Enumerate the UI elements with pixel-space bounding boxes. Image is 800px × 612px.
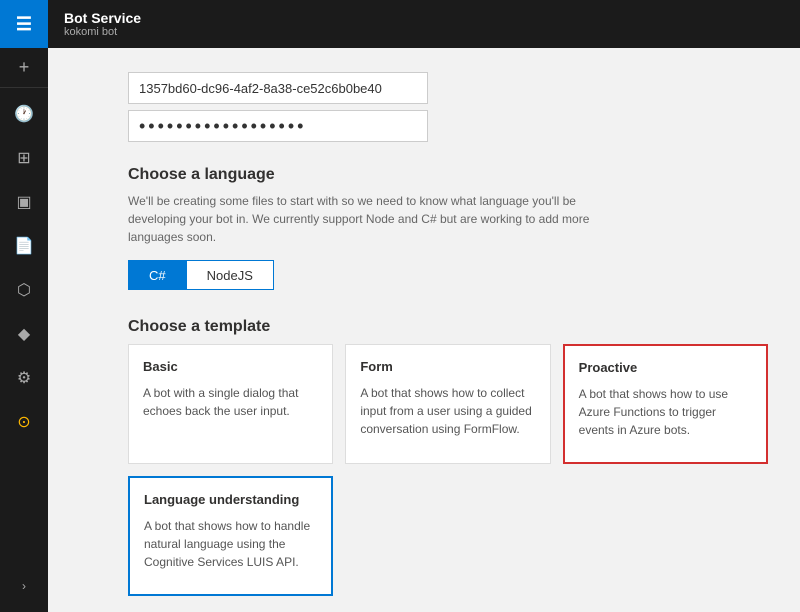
main-content: Choose a language We'll be creating some… — [96, 48, 800, 612]
template-proactive-desc: A bot that shows how to use Azure Functi… — [579, 385, 752, 439]
sidebar: ☰ + 🕐 ⊞ ▣ 📄 ⬡ ◆ ⚙ ⊙ › — [0, 0, 48, 612]
sidebar-expand-button[interactable]: › — [0, 568, 48, 604]
grid-icon: ⊞ — [17, 148, 30, 168]
template-section-title: Choose a template — [128, 318, 768, 336]
template-basic-desc: A bot with a single dialog that echoes b… — [143, 384, 318, 420]
clock-icon: 🕐 — [14, 104, 34, 124]
template-luis-title: Language understanding — [144, 492, 317, 507]
template-card-proactive[interactable]: Proactive A bot that shows how to use Az… — [563, 344, 768, 464]
template-basic-title: Basic — [143, 359, 318, 374]
template-card-luis[interactable]: Language understanding A bot that shows … — [128, 476, 333, 596]
template-row-1: Basic A bot with a single dialog that ec… — [128, 344, 768, 464]
app-id-input[interactable] — [128, 72, 428, 104]
monitor-icon: ▣ — [16, 192, 31, 212]
sidebar-item-clock[interactable]: 🕐 — [0, 92, 48, 136]
password-input[interactable] — [128, 110, 428, 142]
template-form-desc: A bot that shows how to collect input fr… — [360, 384, 535, 438]
sidebar-item-circle[interactable]: ⊙ — [0, 400, 48, 444]
topbar-subtitle: kokomi bot — [64, 26, 141, 38]
template-card-basic[interactable]: Basic A bot with a single dialog that ec… — [128, 344, 333, 464]
language-section: Choose a language We'll be creating some… — [128, 166, 768, 290]
topbar-text: Bot Service kokomi bot — [64, 10, 141, 39]
sidebar-add-button[interactable]: + — [0, 48, 48, 88]
diamond-icon: ◆ — [18, 324, 30, 344]
plus-icon: + — [19, 57, 30, 78]
sidebar-nav: 🕐 ⊞ ▣ 📄 ⬡ ◆ ⚙ ⊙ — [0, 88, 48, 568]
sidebar-item-grid[interactable]: ⊞ — [0, 136, 48, 180]
template-luis-desc: A bot that shows how to handle natural l… — [144, 517, 317, 571]
csharp-button[interactable]: C# — [128, 260, 186, 290]
topbar: Bot Service kokomi bot — [48, 0, 800, 48]
template-card-form[interactable]: Form A bot that shows how to collect inp… — [345, 344, 550, 464]
doc-icon: 📄 — [14, 236, 34, 256]
template-section: Choose a template Basic A bot with a sin… — [128, 318, 768, 596]
sidebar-item-gear[interactable]: ⚙ — [0, 356, 48, 400]
topbar-title: Bot Service — [64, 10, 141, 27]
sidebar-item-monitor[interactable]: ▣ — [0, 180, 48, 224]
chevron-right-icon: › — [22, 579, 26, 593]
sidebar-item-diamond[interactable]: ◆ — [0, 312, 48, 356]
sidebar-item-blocks[interactable]: ⬡ — [0, 268, 48, 312]
template-form-title: Form — [360, 359, 535, 374]
nodejs-button[interactable]: NodeJS — [186, 260, 274, 290]
language-section-title: Choose a language — [128, 166, 768, 184]
template-proactive-title: Proactive — [579, 360, 752, 375]
blocks-icon: ⬡ — [17, 280, 31, 300]
sidebar-logo[interactable]: ☰ — [0, 0, 48, 48]
circle-icon: ⊙ — [17, 412, 30, 432]
credentials-section — [128, 72, 768, 142]
language-section-desc: We'll be creating some files to start wi… — [128, 192, 628, 246]
sidebar-bottom: › — [0, 568, 48, 612]
sidebar-item-doc[interactable]: 📄 — [0, 224, 48, 268]
template-row-2: Language understanding A bot that shows … — [128, 476, 768, 596]
hamburger-icon: ☰ — [16, 14, 32, 35]
gear-icon: ⚙ — [17, 368, 31, 388]
language-buttons: C# NodeJS — [128, 260, 768, 290]
